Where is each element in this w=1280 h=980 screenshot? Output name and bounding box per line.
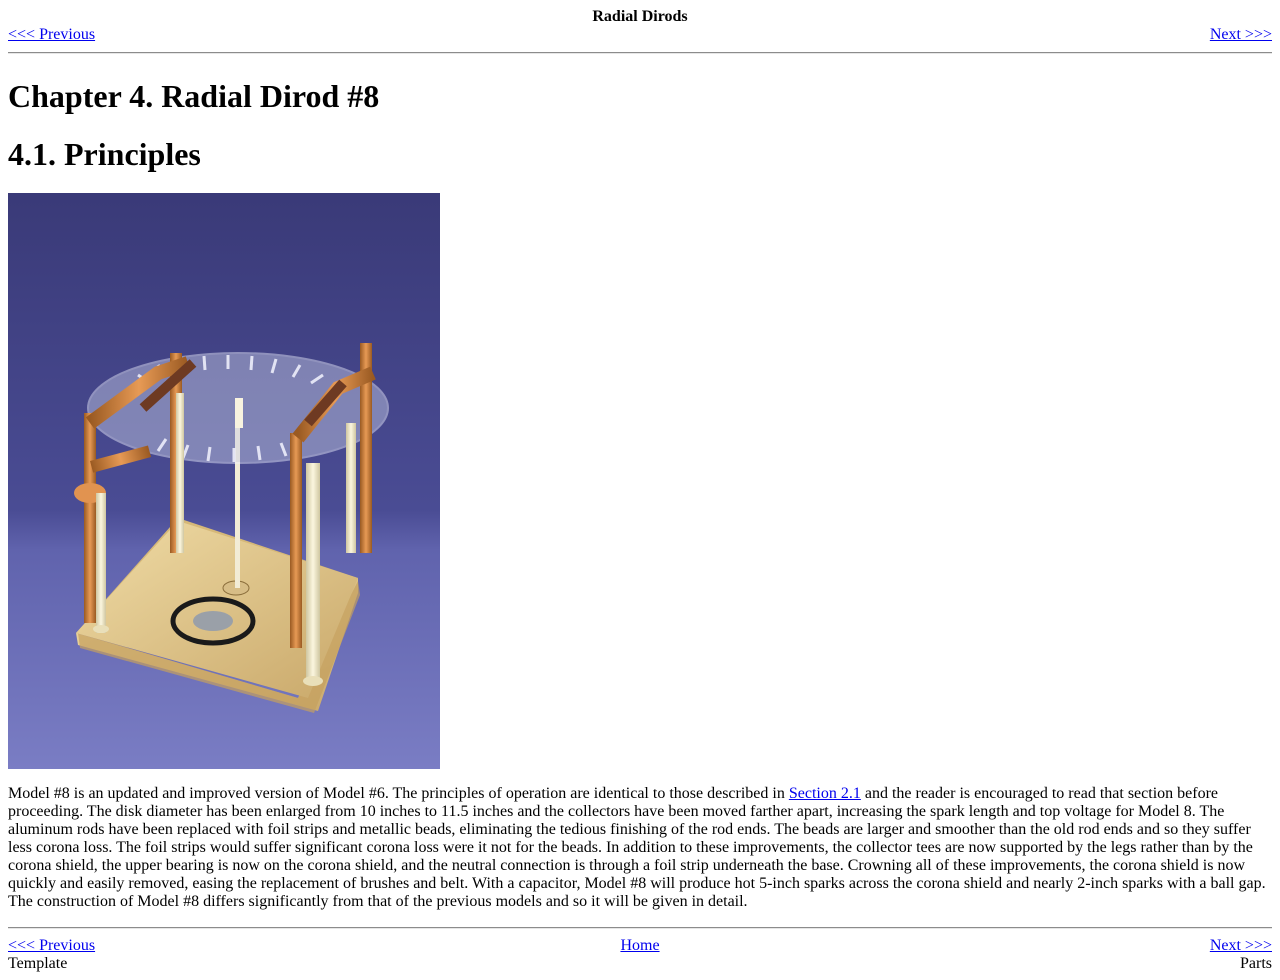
next-page-title: Parts	[1240, 955, 1272, 972]
bottom-previous-link[interactable]: <<< Previous	[8, 937, 95, 954]
bottom-next-link[interactable]: Next >>>	[1210, 937, 1272, 954]
body-paragraph: Model #8 is an updated and improved vers…	[8, 785, 1272, 911]
previous-page-title: Template	[8, 955, 68, 972]
footer-titles: Template Parts	[8, 955, 1272, 973]
dirod-photo	[8, 193, 440, 769]
footer-divider	[8, 927, 1272, 929]
section-2-1-link[interactable]: Section 2.1	[789, 785, 861, 802]
page-header: Radial Dirods <<< Previous Next >>>	[8, 8, 1272, 54]
footer-nav: <<< Previous Home Next >>>	[8, 937, 1272, 955]
home-link[interactable]: Home	[620, 937, 659, 954]
chapter-title: Chapter 4. Radial Dirod #8	[8, 78, 380, 114]
header-divider	[8, 52, 1272, 54]
header-title: Radial Dirods	[592, 8, 688, 25]
paragraph-text-start: Model #8 is an updated and improved vers…	[8, 785, 789, 802]
paragraph-text-end: and the reader is encouraged to read tha…	[8, 785, 1266, 910]
top-previous-link[interactable]: <<< Previous	[8, 26, 95, 44]
section-title: 4.1. Principles	[8, 136, 201, 172]
top-next-link[interactable]: Next >>>	[1210, 26, 1272, 44]
top-nav: <<< Previous Next >>>	[8, 26, 1272, 44]
